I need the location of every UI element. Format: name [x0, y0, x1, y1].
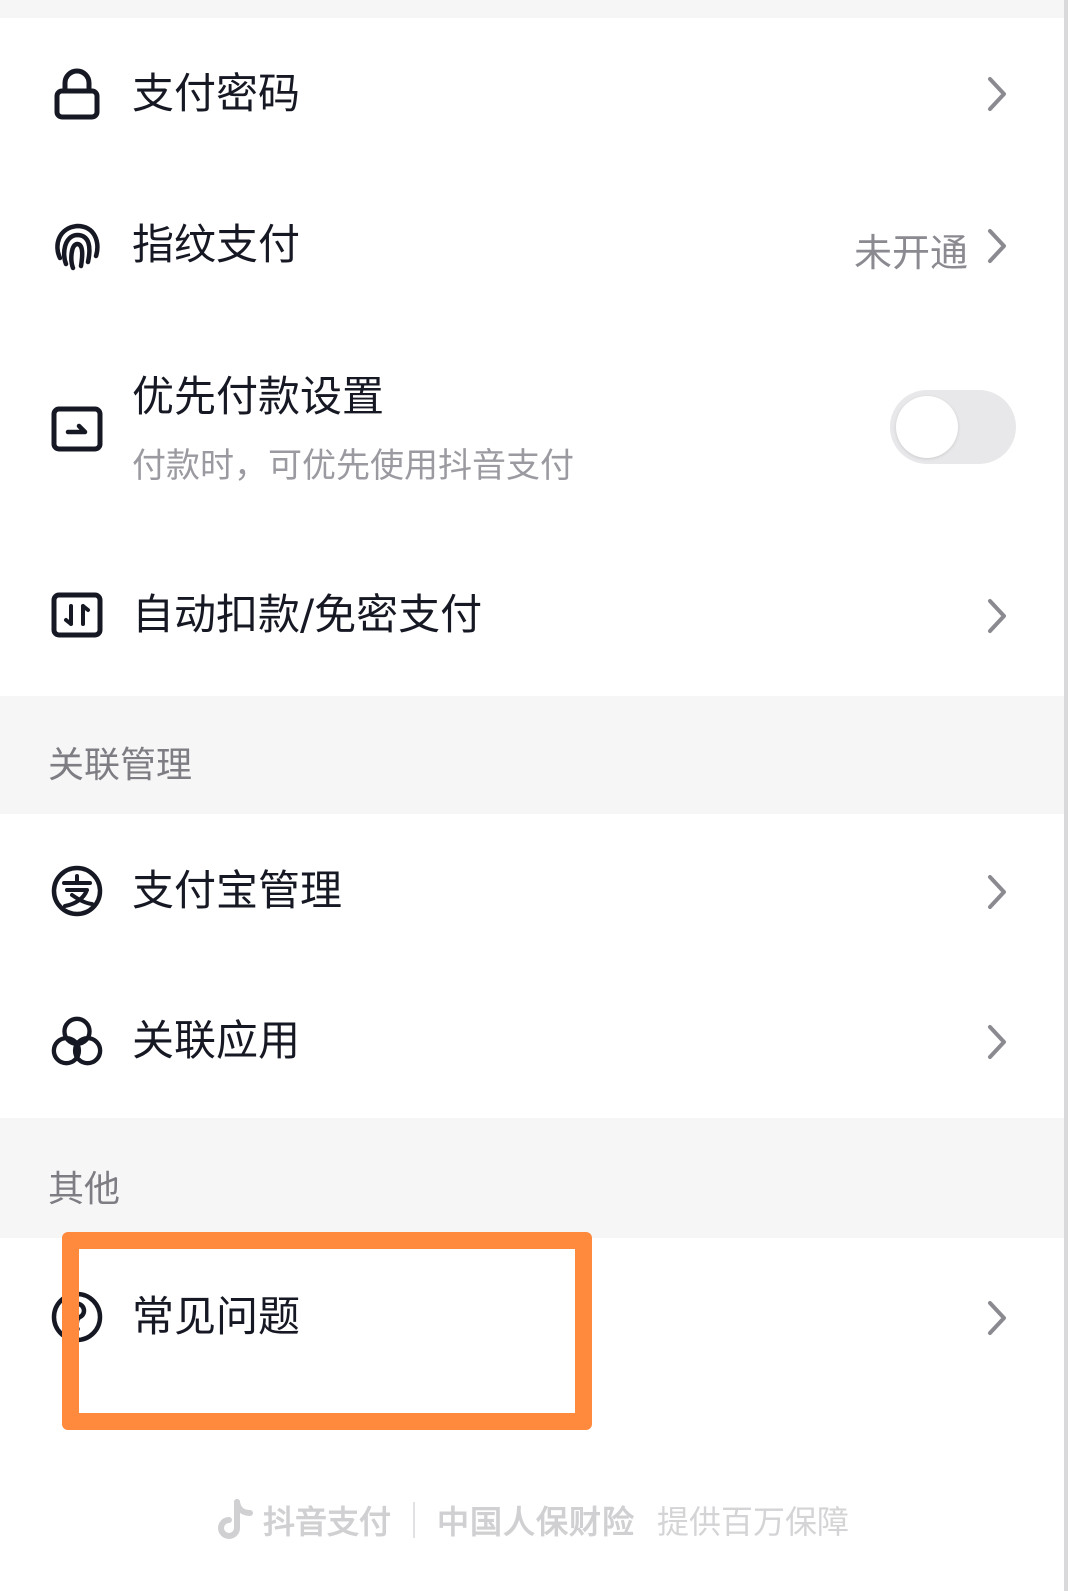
chevron-right-icon	[982, 594, 1012, 638]
priority-payment-icon	[50, 402, 104, 456]
lock-icon	[50, 67, 104, 121]
other-section-header: 其他	[0, 1118, 1064, 1238]
footer-guarantee-text: 提供百万保障	[657, 1503, 850, 1541]
footer-insurer: 中国人保财险	[436, 1503, 635, 1541]
fingerprint-payment-label: 指纹支付	[132, 220, 301, 269]
auto-deduct-label: 自动扣款/免密支付	[132, 590, 483, 639]
fingerprint-status-value: 未开通	[853, 231, 968, 275]
priority-payment-label: 优先付款设置	[132, 372, 385, 421]
chevron-right-icon	[982, 72, 1012, 116]
fingerprint-icon	[50, 218, 104, 272]
footer-brand: 抖音支付	[215, 1497, 391, 1543]
question-icon	[50, 1290, 104, 1344]
chevron-right-icon	[982, 224, 1012, 268]
linked-management-section-header: 关联管理	[0, 696, 1064, 814]
section-title: 关联管理	[48, 745, 193, 786]
alipay-management-row[interactable]: 支付宝管理	[0, 814, 1064, 966]
security-settings-page: 支付密码 指纹支付 未开通 优先付款设置 付款时，可优先使用抖音支付 自动扣款/…	[0, 0, 1068, 1591]
chevron-right-icon	[982, 870, 1012, 914]
priority-payment-description: 付款时，可优先使用抖音支付	[132, 446, 574, 486]
alipay-icon	[50, 864, 104, 918]
payment-password-row[interactable]: 支付密码	[0, 18, 1064, 170]
footer-divider	[412, 1502, 415, 1538]
toggle-knob	[896, 396, 958, 458]
footer-brand-text: 抖音支付	[262, 1503, 391, 1541]
priority-payment-toggle[interactable]	[890, 390, 1016, 464]
faq-row[interactable]: 常见问题	[0, 1238, 1064, 1398]
fingerprint-payment-row[interactable]: 指纹支付 未开通	[0, 170, 1064, 322]
linked-apps-label: 关联应用	[132, 1016, 301, 1065]
payment-password-label: 支付密码	[132, 69, 301, 118]
douyin-logo-icon	[215, 1498, 255, 1542]
section-title: 其他	[48, 1169, 121, 1210]
top-divider	[0, 0, 1064, 18]
footer-guarantee: 抖音支付 中国人保财险 提供百万保障	[0, 1480, 1064, 1560]
linked-apps-row[interactable]: 关联应用	[0, 966, 1064, 1118]
auto-deduct-icon	[50, 588, 104, 642]
linked-apps-icon	[50, 1014, 104, 1068]
priority-payment-row: 优先付款设置 付款时，可优先使用抖音支付	[0, 322, 1064, 534]
faq-label: 常见问题	[132, 1292, 301, 1341]
chevron-right-icon	[982, 1020, 1012, 1064]
alipay-management-label: 支付宝管理	[132, 866, 343, 915]
auto-deduct-row[interactable]: 自动扣款/免密支付	[0, 534, 1064, 696]
chevron-right-icon	[982, 1296, 1012, 1340]
